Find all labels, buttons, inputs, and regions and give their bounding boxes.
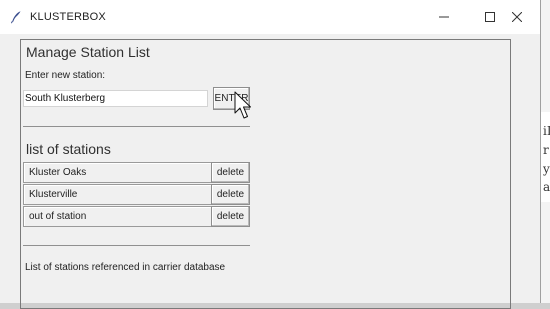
background-text: iL	[543, 124, 550, 138]
separator	[23, 126, 250, 127]
close-button[interactable]	[494, 0, 540, 34]
delete-button[interactable]: delete	[211, 184, 250, 205]
station-item: Kluster Oaks	[23, 162, 212, 183]
delete-button[interactable]: delete	[211, 162, 250, 183]
background-text: y	[543, 162, 550, 176]
delete-button[interactable]: delete	[211, 206, 250, 227]
window-title: KLUSTERBOX	[30, 11, 106, 23]
app-window: KLUSTERBOX Manage Station List Enter new…	[0, 0, 541, 309]
new-station-label: Enter new station:	[25, 70, 106, 81]
stations-heading: list of stations	[26, 141, 111, 157]
separator	[23, 245, 250, 246]
background-text: ar	[543, 180, 550, 194]
database-stations-label: List of stations referenced in carrier d…	[25, 262, 226, 273]
minimize-icon	[439, 16, 449, 18]
manage-heading: Manage Station List	[26, 44, 150, 60]
feather-icon	[10, 11, 21, 24]
title-bar[interactable]: KLUSTERBOX	[0, 0, 540, 34]
minimize-button[interactable]	[421, 0, 467, 34]
background-text: r	[543, 143, 549, 157]
station-item: out of station	[23, 206, 212, 227]
enter-button[interactable]: ENTER	[213, 87, 250, 110]
station-item: Klusterville	[23, 184, 212, 205]
close-icon	[512, 12, 522, 22]
station-input[interactable]	[23, 90, 208, 107]
